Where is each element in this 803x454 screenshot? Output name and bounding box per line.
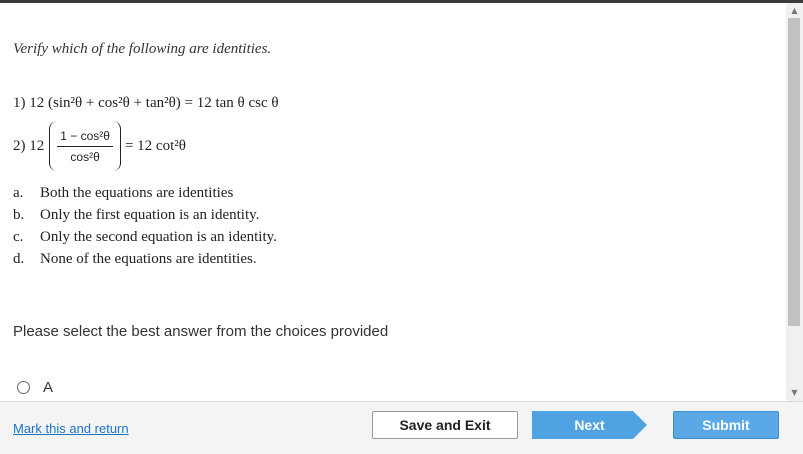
answer-option-label: A bbox=[43, 379, 54, 396]
save-and-exit-button[interactable]: Save and Exit bbox=[372, 411, 518, 439]
choice-letter: b. bbox=[13, 206, 25, 223]
answer-option-a[interactable]: A bbox=[17, 379, 53, 396]
choice-text: Both the equations are identities bbox=[40, 184, 234, 201]
vertical-scrollbar[interactable]: ▲ ▼ bbox=[786, 3, 803, 401]
equation-2: 2) 12 1 − cos²θ cos²θ = 12 cot²θ bbox=[13, 120, 186, 172]
question-prompt: Verify which of the following are identi… bbox=[13, 41, 272, 57]
equation-2-prefix: 2) 12 bbox=[13, 137, 45, 154]
choice-letter: a. bbox=[13, 184, 24, 201]
submit-button[interactable]: Submit bbox=[673, 411, 779, 439]
choice-text: Only the second equation is an identity. bbox=[40, 228, 277, 245]
fraction-numerator: 1 − cos²θ bbox=[60, 128, 110, 143]
fraction-denominator: cos²θ bbox=[70, 149, 100, 164]
radio-button[interactable] bbox=[17, 381, 30, 394]
choice-b: b. Only the first equation is an identit… bbox=[13, 204, 277, 226]
choice-letter: c. bbox=[13, 228, 24, 245]
choice-a: a. Both the equations are identities bbox=[13, 182, 277, 204]
footer-bar: Mark this and return Save and Exit Next … bbox=[0, 401, 803, 454]
scrollbar-thumb[interactable] bbox=[788, 18, 800, 326]
choice-d: d. None of the equations are identities. bbox=[13, 248, 277, 270]
equation-2-fraction: 1 − cos²θ cos²θ bbox=[57, 129, 113, 164]
equation-2-parentheses: 1 − cos²θ cos²θ bbox=[49, 121, 121, 171]
choice-letter: d. bbox=[13, 250, 25, 267]
next-button[interactable]: Next bbox=[532, 411, 647, 439]
choice-text: Only the first equation is an identity. bbox=[40, 206, 260, 223]
question-panel: Verify which of the following are identi… bbox=[0, 3, 786, 401]
choice-c: c. Only the second equation is an identi… bbox=[13, 226, 277, 248]
chevron-down-icon[interactable]: ▼ bbox=[786, 385, 803, 399]
choice-text: None of the equations are identities. bbox=[40, 250, 257, 267]
answer-instruction: Please select the best answer from the c… bbox=[13, 323, 389, 340]
chevron-up-icon[interactable]: ▲ bbox=[786, 3, 803, 17]
choices-list: a. Both the equations are identities b. … bbox=[13, 182, 277, 270]
equation-1: 1) 12 (sin²θ + cos²θ + tan²θ) = 12 tan θ… bbox=[13, 95, 279, 111]
equation-2-suffix: = 12 cot²θ bbox=[124, 137, 186, 154]
mark-and-return-link[interactable]: Mark this and return bbox=[13, 421, 129, 436]
